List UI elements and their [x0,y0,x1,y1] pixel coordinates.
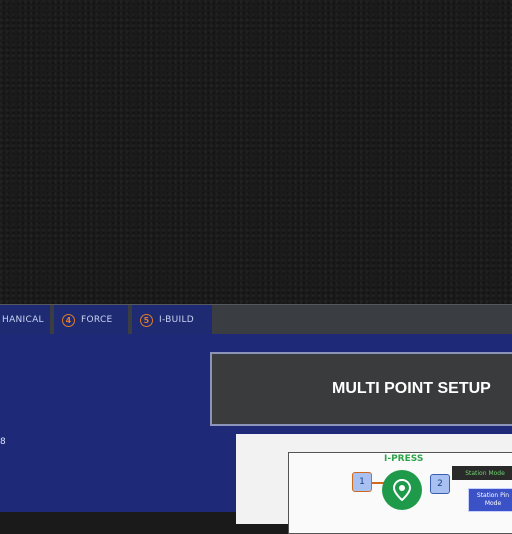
main-panel: 8 MULTI POINT SETUP I-PRESS 1 2 Station … [0,334,512,534]
pin-glyph-icon [393,479,411,501]
tab-label: HANICAL [2,315,44,325]
side-label: 8 [0,437,6,447]
station-tag: Station Mode [452,466,512,480]
point-node-1[interactable]: 1 [352,472,372,492]
location-pin-icon [382,470,422,510]
tab-number-badge: 5 [140,313,153,327]
tab-force[interactable]: 4 FORCE [54,305,130,335]
page-title: MULTI POINT SETUP [332,380,491,397]
tab-label: I-BUILD [159,315,195,325]
tab-bar: HANICAL 4 FORCE 5 I-BUILD [0,304,512,335]
diagram-label: I-PRESS [384,454,424,464]
tab-number-badge: 4 [62,313,75,327]
title-panel: MULTI POINT SETUP [210,352,512,426]
tab-bar-filler [216,305,512,335]
tab-i-build[interactable]: 5 I-BUILD [132,305,214,335]
tab-label: FORCE [81,315,113,325]
background-texture [0,0,512,304]
point-node-2[interactable]: 2 [430,474,450,494]
setup-diagram: I-PRESS 1 2 Station Mode Station Pin Mod… [236,434,512,534]
tab-mechanical[interactable]: HANICAL [0,305,52,335]
station-pin-tag: Station Pin Mode [468,488,512,512]
